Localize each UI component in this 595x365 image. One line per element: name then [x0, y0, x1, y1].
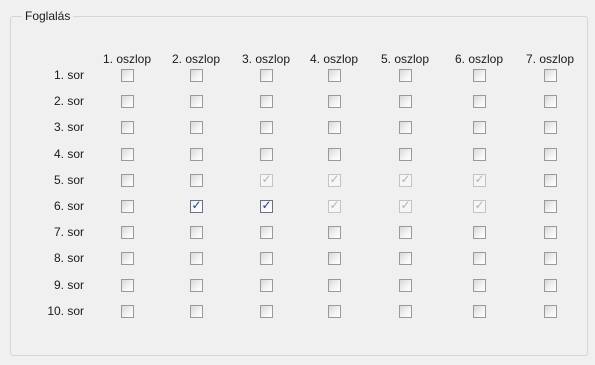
seat-checkbox-r9-c6[interactable] — [473, 279, 486, 292]
seat-checkbox-r5-c5: ✓ — [399, 172, 412, 187]
seat-checkbox-r7-c5[interactable] — [399, 226, 412, 239]
seat-checkbox-r7-c6[interactable] — [473, 226, 486, 239]
seat-checkbox-r1-c5[interactable] — [399, 69, 412, 82]
seat-checkbox-r7-c4[interactable] — [328, 226, 341, 239]
seat-checkbox-r3-c7[interactable] — [544, 121, 557, 134]
column-header-4: 4. oszlop — [309, 52, 359, 66]
seat-checkbox-r4-c4[interactable] — [328, 148, 341, 161]
seat-checkbox-r9-c2[interactable] — [190, 279, 203, 292]
seat-checkbox-r1-c6[interactable] — [473, 69, 486, 82]
seat-checkbox-r6-c2[interactable]: ✓ — [190, 198, 203, 213]
seat-checkbox-r6-c3[interactable]: ✓ — [260, 198, 273, 213]
check-mark-icon: ✓ — [400, 172, 411, 186]
row-label-5: 5. sor — [53, 173, 84, 187]
row-label-2: 2. sor — [53, 94, 84, 108]
booking-groupbox — [10, 16, 588, 356]
row-label-4: 4. sor — [53, 147, 84, 161]
seat-checkbox-r8-c1[interactable] — [121, 252, 134, 265]
groupbox-title: Foglalás — [22, 8, 74, 24]
seat-checkbox-r9-c1[interactable] — [121, 279, 134, 292]
seat-checkbox-r6-c5: ✓ — [399, 198, 412, 213]
seat-checkbox-r9-c3[interactable] — [260, 279, 273, 292]
seat-checkbox-r1-c2[interactable] — [190, 69, 203, 82]
seat-checkbox-r2-c6[interactable] — [473, 95, 486, 108]
seat-checkbox-r4-c6[interactable] — [473, 148, 486, 161]
seat-checkbox-r6-c4: ✓ — [328, 198, 341, 213]
seat-checkbox-r5-c6: ✓ — [473, 172, 486, 187]
row-label-10: 10. sor — [47, 304, 84, 318]
seat-checkbox-r10-c1[interactable] — [121, 305, 134, 318]
seat-checkbox-r9-c7[interactable] — [544, 279, 557, 292]
seat-checkbox-r10-c7[interactable] — [544, 305, 557, 318]
check-mark-icon: ✓ — [400, 198, 411, 212]
check-mark-icon: ✓ — [261, 198, 272, 212]
check-mark-icon: ✓ — [191, 198, 202, 212]
seat-checkbox-r2-c4[interactable] — [328, 95, 341, 108]
check-mark-icon: ✓ — [329, 172, 340, 186]
seat-checkbox-r5-c3: ✓ — [260, 172, 273, 187]
row-label-9: 9. sor — [53, 278, 84, 292]
seat-checkbox-r5-c1[interactable] — [121, 174, 134, 187]
column-header-2: 2. oszlop — [171, 52, 221, 66]
column-header-3: 3. oszlop — [241, 52, 291, 66]
seat-checkbox-r1-c4[interactable] — [328, 69, 341, 82]
row-label-1: 1. sor — [53, 68, 84, 82]
seat-checkbox-r8-c4[interactable] — [328, 252, 341, 265]
seat-checkbox-r3-c1[interactable] — [121, 121, 134, 134]
seat-checkbox-r9-c5[interactable] — [399, 279, 412, 292]
seat-checkbox-r9-c4[interactable] — [328, 279, 341, 292]
seat-checkbox-r10-c3[interactable] — [260, 305, 273, 318]
seat-checkbox-r7-c2[interactable] — [190, 226, 203, 239]
seat-checkbox-r3-c4[interactable] — [328, 121, 341, 134]
seat-checkbox-r5-c7[interactable] — [544, 174, 557, 187]
seat-checkbox-r7-c1[interactable] — [121, 226, 134, 239]
seat-checkbox-r6-c1[interactable] — [121, 200, 134, 213]
seat-checkbox-r10-c5[interactable] — [399, 305, 412, 318]
seat-checkbox-r4-c3[interactable] — [260, 148, 273, 161]
seat-checkbox-r2-c3[interactable] — [260, 95, 273, 108]
row-label-6: 6. sor — [53, 199, 84, 213]
seat-checkbox-r4-c2[interactable] — [190, 148, 203, 161]
seat-checkbox-r6-c7[interactable] — [544, 200, 557, 213]
seat-checkbox-r8-c3[interactable] — [260, 252, 273, 265]
check-mark-icon: ✓ — [474, 172, 485, 186]
check-mark-icon: ✓ — [261, 172, 272, 186]
seat-checkbox-r4-c7[interactable] — [544, 148, 557, 161]
seat-checkbox-r2-c7[interactable] — [544, 95, 557, 108]
seat-checkbox-r8-c7[interactable] — [544, 252, 557, 265]
column-header-5: 5. oszlop — [380, 52, 430, 66]
seat-checkbox-r7-c7[interactable] — [544, 226, 557, 239]
row-label-7: 7. sor — [53, 225, 84, 239]
seat-checkbox-r1-c3[interactable] — [260, 69, 273, 82]
seat-checkbox-r1-c1[interactable] — [121, 69, 134, 82]
seat-checkbox-r2-c5[interactable] — [399, 95, 412, 108]
seat-checkbox-r5-c2[interactable] — [190, 174, 203, 187]
seat-checkbox-r6-c6: ✓ — [473, 198, 486, 213]
seat-checkbox-r4-c5[interactable] — [399, 148, 412, 161]
row-label-8: 8. sor — [53, 251, 84, 265]
seat-checkbox-r10-c6[interactable] — [473, 305, 486, 318]
row-label-3: 3. sor — [53, 120, 84, 134]
column-header-1: 1. oszlop — [102, 52, 152, 66]
seat-checkbox-r7-c3[interactable] — [260, 226, 273, 239]
seat-checkbox-r10-c4[interactable] — [328, 305, 341, 318]
seat-checkbox-r3-c5[interactable] — [399, 121, 412, 134]
seat-checkbox-r3-c3[interactable] — [260, 121, 273, 134]
check-mark-icon: ✓ — [474, 198, 485, 212]
seat-checkbox-r3-c6[interactable] — [473, 121, 486, 134]
seat-checkbox-r8-c2[interactable] — [190, 252, 203, 265]
check-mark-icon: ✓ — [329, 198, 340, 212]
column-header-7: 7. oszlop — [525, 52, 575, 66]
seat-checkbox-r5-c4: ✓ — [328, 172, 341, 187]
seat-checkbox-r10-c2[interactable] — [190, 305, 203, 318]
seat-checkbox-r3-c2[interactable] — [190, 121, 203, 134]
seat-checkbox-r2-c1[interactable] — [121, 95, 134, 108]
seat-checkbox-r8-c5[interactable] — [399, 252, 412, 265]
seat-checkbox-r2-c2[interactable] — [190, 95, 203, 108]
seat-checkbox-r8-c6[interactable] — [473, 252, 486, 265]
column-header-6: 6. oszlop — [454, 52, 504, 66]
seat-checkbox-r1-c7[interactable] — [544, 69, 557, 82]
seat-checkbox-r4-c1[interactable] — [121, 148, 134, 161]
